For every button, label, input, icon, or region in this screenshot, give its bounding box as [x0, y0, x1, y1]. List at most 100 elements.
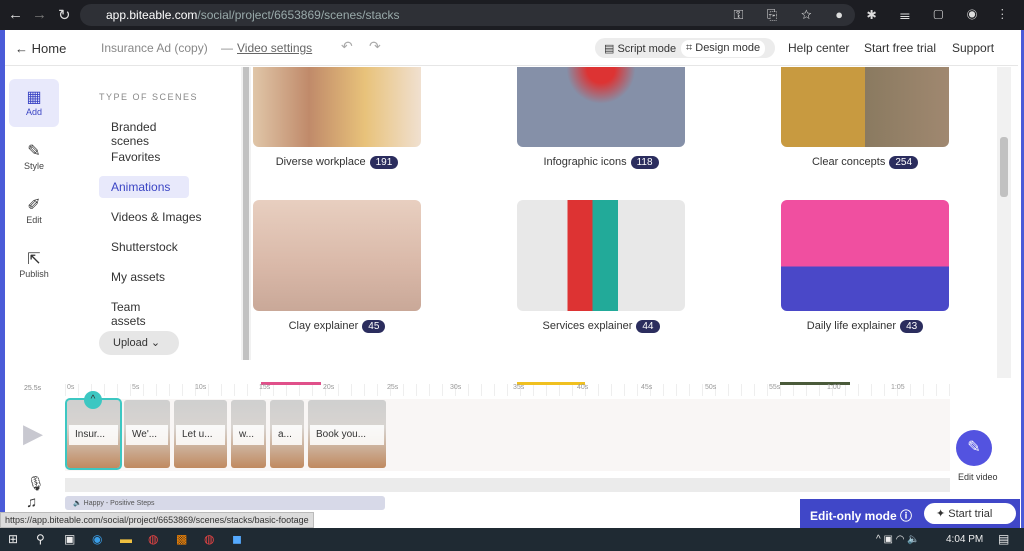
categories-heading: TYPE OF SCENES [99, 92, 199, 102]
undo-icon[interactable]: ↶ [341, 38, 353, 55]
script-mode-button[interactable]: ▤ Script mode [599, 40, 681, 57]
script-mode-label: Script mode [617, 43, 677, 55]
extension-icons[interactable]: ⚿ ⎘ ☆ ● ✱ ☰ ▢ ◉ ⋮ [734, 7, 1015, 23]
tick: 45s [641, 384, 653, 391]
card-clay-explainer[interactable]: Clay explainer 45 [253, 200, 421, 333]
support-link[interactable]: Support [952, 41, 994, 55]
edit-video-button[interactable]: ✎ [956, 430, 992, 466]
tick: 35s [513, 384, 525, 391]
card-label: Clay explainer [288, 320, 359, 332]
voiceover-track[interactable] [65, 478, 950, 492]
url-path: /social/project/6653869/scenes/stacks [197, 8, 400, 22]
rail-style[interactable]: ✎ Style [9, 133, 59, 181]
calendar-icon[interactable]: ▣ [64, 532, 75, 546]
card-services-explainer[interactable]: Services explainer 44 [517, 200, 685, 333]
tick: 1:00 [827, 384, 841, 391]
windows-start-icon[interactable]: ⊞ [8, 532, 18, 546]
card-daily-life-explainer[interactable]: Daily life explainer 43 [781, 200, 949, 333]
share-icon: ⇱ [27, 251, 41, 268]
scene-clip[interactable]: a... [270, 400, 304, 468]
scene-clip[interactable]: w... [231, 400, 266, 468]
category-team-assets[interactable]: Team assets [99, 296, 189, 328]
zoom-icon[interactable]: ◼ [232, 532, 242, 546]
redo-icon[interactable]: ↷ [369, 38, 381, 55]
category-favorites[interactable]: Favorites [99, 146, 189, 168]
back-icon[interactable]: ← [8, 6, 23, 23]
music-track[interactable]: 🔈 Happy - Positive Steps [65, 496, 385, 510]
design-mode-button[interactable]: ⌗ Design mode [681, 40, 766, 57]
project-title[interactable]: Insurance Ad (copy) [101, 41, 208, 55]
card-diverse-workplace[interactable]: Diverse workplace 191 [253, 67, 421, 169]
duration-label: 25.5s [24, 385, 42, 392]
search-icon[interactable]: ⚲ [36, 532, 45, 546]
edge-icon[interactable]: ◉ [92, 532, 102, 546]
notifications-icon[interactable]: ▤ [998, 532, 1009, 546]
clock[interactable]: 4:04 PM [946, 534, 983, 545]
tick: 5s [132, 384, 140, 391]
category-my-assets[interactable]: My assets [99, 266, 189, 288]
scene-text: w... [233, 425, 264, 445]
music-icon[interactable]: ♫ [26, 494, 37, 511]
url-host: app.biteable.com [106, 8, 198, 22]
chrome-active-icon[interactable]: ◍ [204, 532, 214, 546]
thumbnail [781, 67, 949, 147]
play-icon[interactable]: ▶ [23, 418, 43, 449]
category-shutterstock[interactable]: Shutterstock [99, 236, 189, 258]
start-trial-button[interactable]: ✦ Start trial [924, 503, 1016, 524]
tick: 15s [259, 384, 271, 391]
card-clear-concepts[interactable]: Clear concepts 254 [781, 67, 949, 169]
help-center-link[interactable]: Help center [788, 41, 849, 55]
card-label: Diverse workplace [275, 156, 366, 168]
scene-text: Insur... [69, 425, 118, 445]
content-scrollbar[interactable] [997, 67, 1011, 378]
start-free-trial-link[interactable]: Start free trial [864, 41, 936, 55]
app-icon[interactable]: ▩ [176, 532, 187, 546]
categories-scrollbar[interactable] [241, 67, 251, 360]
count-badge: 44 [636, 320, 660, 333]
rail-publish[interactable]: ⇱ Publish [9, 241, 59, 289]
design-mode-label: Design mode [695, 42, 761, 54]
tick: 0s [67, 384, 75, 391]
folder-icon[interactable]: ▬ [120, 532, 132, 546]
info-icon[interactable]: ⓘ [900, 509, 912, 523]
brush-icon: ✎ [27, 143, 41, 160]
card-label: Services explainer [542, 320, 633, 332]
card-infographic-icons[interactable]: Infographic icons 118 [517, 67, 685, 169]
rail-add[interactable]: ▦ Add [9, 79, 59, 127]
chrome-icon[interactable]: ◍ [148, 532, 158, 546]
scene-clip[interactable]: Book you... [308, 400, 386, 468]
scene-categories: TYPE OF SCENES Branded scenes Favorites … [63, 67, 241, 377]
tick: 20s [323, 384, 335, 391]
mode-toggle: ▤ Script mode ⌗ Design mode [595, 38, 775, 58]
upload-button[interactable]: Upload ⌄ [99, 331, 179, 355]
reload-icon[interactable]: ↻ [58, 6, 71, 24]
pencil-icon: ✐ [27, 197, 41, 214]
edit-only-mode-label: Edit-only mode [810, 509, 897, 523]
category-animations[interactable]: Animations [99, 176, 189, 198]
scene-clip[interactable]: Let u... [174, 400, 227, 468]
scene-clip[interactable]: Insur... [65, 398, 122, 470]
system-tray-icons[interactable]: ^ ▣ ◠ 🔈 [876, 534, 920, 545]
forward-icon[interactable]: → [32, 6, 47, 23]
home-link[interactable]: ← Home [15, 41, 66, 56]
count-badge: 254 [889, 156, 919, 169]
scene-text: a... [272, 425, 302, 445]
scene-track: Insur... ^ We'... Let u... w... a... Boo… [65, 391, 950, 471]
tick: 10s [195, 384, 207, 391]
left-rail: ▦ Add ✎ Style ✐ Edit ⇱ Publish [5, 67, 63, 377]
category-branded-scenes[interactable]: Branded scenes [99, 116, 189, 148]
scene-text: Book you... [310, 425, 384, 445]
scene-clip[interactable]: We'... [124, 400, 170, 468]
taskbar: ⊞ ⚲ ▣ ◉ ▬ ◍ ▩ ◍ ◼ ^ ▣ ◠ 🔈 4:04 PM ▤ [0, 528, 1024, 551]
video-settings-link[interactable]: Video settings [237, 41, 312, 55]
rail-label: Add [25, 107, 42, 117]
rail-edit[interactable]: ✐ Edit [9, 187, 59, 235]
microphone-icon[interactable]: 🎙 [27, 475, 45, 492]
edit-only-mode-banner: Edit-only mode ⓘ ✦ Start trial [800, 499, 1020, 528]
collapse-chevron-icon[interactable]: ^ [84, 391, 102, 409]
start-trial-label: Start trial [948, 508, 993, 520]
tick: 55s [769, 384, 781, 391]
thumbnail [517, 200, 685, 311]
tick: 25s [387, 384, 399, 391]
category-videos-images[interactable]: Videos & Images [99, 206, 219, 228]
